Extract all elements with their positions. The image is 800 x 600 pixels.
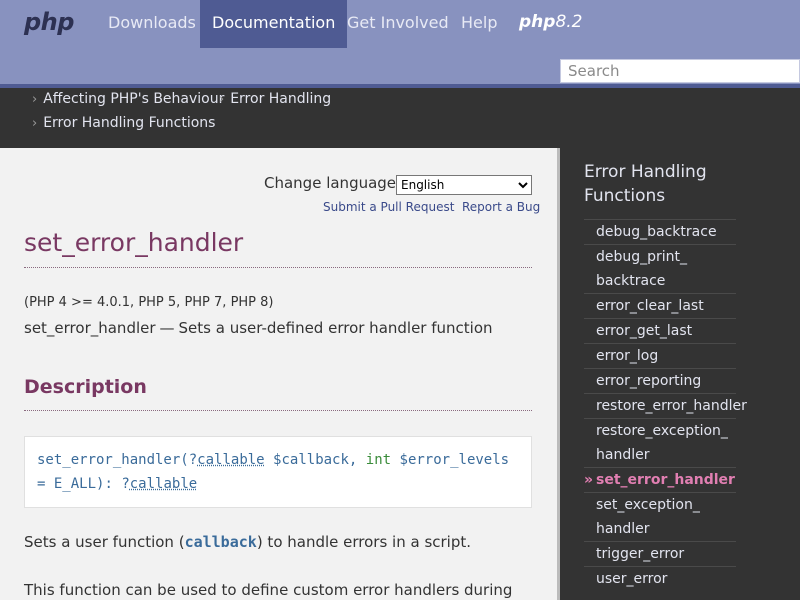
sidebar-title[interactable]: Error Handling Functions xyxy=(584,160,734,208)
chevron-right-icon: › xyxy=(219,92,225,107)
chevron-right-icon: › xyxy=(32,92,38,107)
sidebar-item-label: debug_backtrace xyxy=(596,224,717,240)
sidebar-item-set-exception-handler[interactable]: set_exception_handler xyxy=(584,492,736,541)
search-input[interactable] xyxy=(560,59,800,83)
report-bug-link[interactable]: Report a Bug xyxy=(462,200,540,214)
sidebar-item-label: user_error xyxy=(596,571,668,587)
version-info: (PHP 4 >= 4.0.1, PHP 5, PHP 7, PHP 8) xyxy=(24,295,274,310)
chevron-right-icon: › xyxy=(32,116,38,131)
description-paragraph: Sets a user function (callback) to handl… xyxy=(24,533,471,551)
nav-documentation[interactable]: Documentation xyxy=(200,0,348,48)
main-content: Change language: English Submit a Pull R… xyxy=(0,148,557,600)
callback-parameter-ref: callback xyxy=(184,533,257,551)
sidebar-list: debug_backtrace debug_print_ backtrace erro… xyxy=(584,219,747,591)
sidebar-item-label: set_error_handler xyxy=(596,472,735,488)
error-levels-param: $error_levels xyxy=(399,452,510,468)
comma: , xyxy=(348,452,358,468)
sidebar-item-error-log[interactable]: error_log xyxy=(584,343,736,368)
sidebar: Error Handling Functions debug_backtrace… xyxy=(560,148,800,600)
sidebar-item-label: set_exception_ xyxy=(596,497,700,513)
close-paren: ): xyxy=(96,476,113,492)
nav-get-involved[interactable]: Get Involved xyxy=(335,0,461,48)
sidebar-item-label: error_clear_last xyxy=(596,298,704,314)
sidebar-item-label: error_get_last xyxy=(596,323,693,339)
title-divider xyxy=(24,267,532,268)
sidebar-item-label: debug_print_ xyxy=(596,249,688,265)
sidebar-item-trigger-error[interactable]: trigger_error xyxy=(584,541,736,566)
open-paren: ( xyxy=(180,452,189,468)
sidebar-item-label: error_log xyxy=(596,348,659,364)
int-type: int xyxy=(365,452,392,468)
return-nullable-marker: ? xyxy=(121,476,130,492)
signature-line-2: = E_ALL): ?callable xyxy=(37,472,519,496)
sidebar-item-label: restore_error_handler xyxy=(596,398,747,414)
return-type-link[interactable]: callable xyxy=(130,476,197,492)
nullable-marker: ? xyxy=(188,452,198,468)
breadcrumb-label: Affecting PHP's Behaviour xyxy=(43,91,225,107)
breadcrumb-label: Error Handling xyxy=(230,91,332,107)
nav-downloads[interactable]: Downloads xyxy=(96,0,208,48)
release-badge-version: 8.2 xyxy=(555,12,583,32)
page-title: set_error_handler xyxy=(24,228,244,257)
language-select[interactable]: English xyxy=(396,175,532,195)
sidebar-item-label: error_reporting xyxy=(596,373,702,389)
php-release-badge[interactable]: php8.2 xyxy=(519,12,583,32)
breadcrumb-error-handling[interactable]: › Error Handling xyxy=(219,91,331,107)
sidebar-item-error-get-last[interactable]: error_get_last xyxy=(584,318,736,343)
sidebar-item-restore-error-handler[interactable]: restore_error_handler xyxy=(584,393,747,418)
sidebar-item-error-clear-last[interactable]: error_clear_last xyxy=(584,293,736,318)
sidebar-item-label: backtrace xyxy=(596,273,666,289)
breadcrumb-affecting-php-behaviour[interactable]: › Affecting PHP's Behaviour xyxy=(32,91,224,107)
callable-type-link[interactable]: callable xyxy=(197,452,264,468)
sidebar-item-debug-print-backtrace[interactable]: debug_print_ backtrace xyxy=(584,244,736,293)
refname: set_error_handler xyxy=(24,319,156,337)
sidebar-item-restore-exception-handler[interactable]: restore_exception_handler xyxy=(584,418,736,467)
current-page-marker: » xyxy=(584,472,594,488)
description-paragraph-2: This function can be used to define cust… xyxy=(24,581,513,599)
ref-purpose: set_error_handler — Sets a user-defined er… xyxy=(24,319,493,337)
submit-pull-request-link[interactable]: Submit a Pull Request xyxy=(323,200,454,214)
sidebar-item-label: handler xyxy=(596,521,650,537)
sidebar-item-set-error-handler[interactable]: » set_error_handler xyxy=(584,467,736,492)
sidebar-item-label: handler xyxy=(596,447,650,463)
breadcrumb-error-handling-functions[interactable]: › Error Handling Functions xyxy=(32,115,215,131)
signature-line-1: set_error_handler(?callable $callback, i… xyxy=(37,448,519,472)
sidebar-item-error-reporting[interactable]: error_reporting xyxy=(584,368,736,393)
sidebar-item-user-error[interactable]: user_error xyxy=(584,566,736,591)
change-language-label: Change language: xyxy=(264,174,402,192)
description-heading: Description xyxy=(24,376,147,398)
default-value: = E_ALL xyxy=(37,476,97,492)
signature-function-name: set_error_handler xyxy=(37,452,181,468)
purpose-text: Sets a user-defined error handler functi… xyxy=(178,319,493,337)
breadcrumb: › Affecting PHP's Behaviour › Error Handli… xyxy=(0,88,800,148)
breadcrumb-label: Error Handling Functions xyxy=(43,115,216,131)
nav-help[interactable]: Help xyxy=(449,0,509,48)
release-badge-prefix: php xyxy=(519,12,556,32)
php-logo[interactable]: php xyxy=(24,8,74,36)
callback-param: $callback xyxy=(273,452,349,468)
description-divider xyxy=(24,410,532,411)
dash: — xyxy=(159,319,175,337)
para-text: ) to handle errors in a script. xyxy=(256,533,472,551)
method-signature: set_error_handler(?callable $callback, i… xyxy=(24,436,532,508)
sidebar-item-label: restore_exception_ xyxy=(596,423,728,439)
sidebar-item-label: trigger_error xyxy=(596,546,685,562)
para-text: Sets a user function ( xyxy=(24,533,185,551)
sidebar-item-debug-backtrace[interactable]: debug_backtrace xyxy=(584,219,736,244)
